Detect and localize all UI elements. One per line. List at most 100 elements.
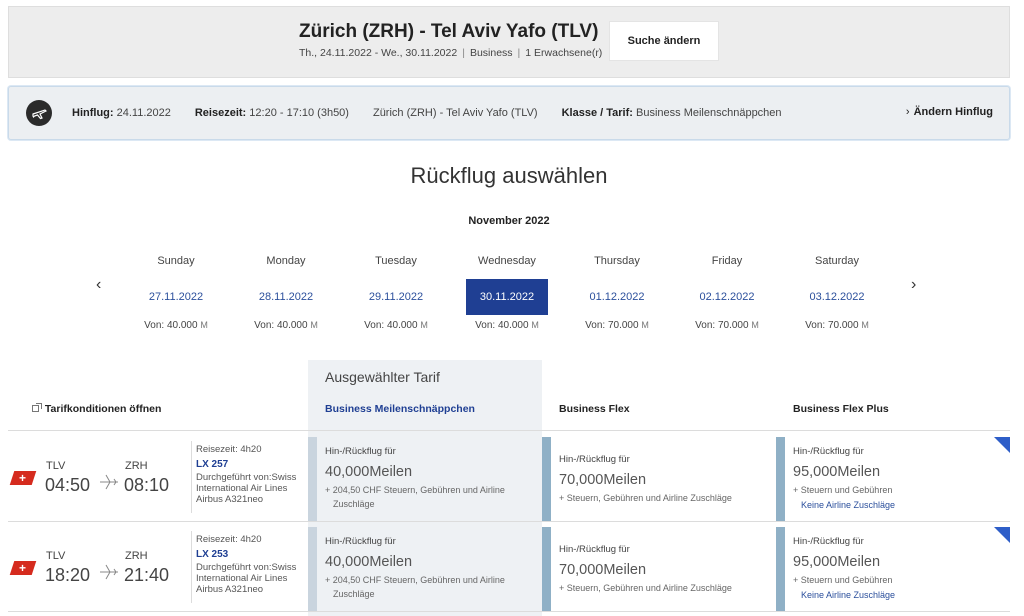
fare-label: Hin-/Rückflug für xyxy=(793,446,864,457)
fare-bar xyxy=(542,437,551,521)
departure-time: 04:50 xyxy=(45,475,91,495)
day-date[interactable]: 28.11.2022 xyxy=(245,279,327,315)
day-name: Thursday xyxy=(594,255,640,267)
swiss-logo-icon: + xyxy=(9,471,37,485)
fare-tax: + Steuern und Gebühren xyxy=(793,575,893,585)
external-link-icon xyxy=(32,403,42,412)
flight-operator: Durchgeführt von:Swiss xyxy=(196,472,297,483)
calendar-day[interactable]: Wednesday 30.11.2022 Von: 40.000 M xyxy=(466,252,548,331)
day-price: Von: 40.000 M xyxy=(364,320,428,331)
flight-row: + TLV 04:50 ZRH 08:10 Reisezeit: 4h20 LX 257 Du… xyxy=(8,431,1010,521)
change-outbound-link[interactable]: › Ändern Hinflug xyxy=(906,106,993,118)
fare-miles: 70,000Meilen xyxy=(559,472,647,488)
day-price: Von: 40.000 M xyxy=(475,320,539,331)
calendar-day[interactable]: Tuesday 29.11.2022 Von: 40.000 M xyxy=(355,252,437,331)
day-date[interactable]: 02.12.2022 xyxy=(686,279,768,315)
day-name: Wednesday xyxy=(478,255,536,267)
fare-bar xyxy=(776,437,785,521)
calendar-day[interactable]: Thursday 01.12.2022 Von: 70.000 M xyxy=(576,252,658,331)
search-cabin: Business xyxy=(469,47,513,59)
fare-content: Hin-/Rückflug für 95,000Meilen + Steuern u… xyxy=(793,446,895,510)
page-title: Rückflug auswählen xyxy=(410,163,608,188)
flight-details: Reisezeit: 4h20 LX 253 Durchgeführt von:Sw… xyxy=(196,534,296,595)
detail-divider xyxy=(191,441,192,513)
change-search-button[interactable]: Suche ändern xyxy=(609,21,719,61)
next-week-chevron-icon[interactable]: › xyxy=(911,276,916,294)
no-airline-surcharge-link[interactable]: Keine Airline Zuschläge xyxy=(793,500,895,510)
day-date[interactable]: 30.11.2022 xyxy=(466,279,548,315)
search-route-subtitle: Th., 24.11.2022 - We., 30.11.2022 | Busine… xyxy=(299,47,603,59)
fare-label: Hin-/Rückflug für xyxy=(325,446,396,457)
fare-tax-cont: Zuschläge xyxy=(333,589,375,599)
swiss-logo-icon: + xyxy=(9,561,37,575)
arrival-time: 08:10 xyxy=(124,475,170,495)
flight-number[interactable]: LX 253 xyxy=(196,549,296,560)
row-divider xyxy=(8,611,1010,612)
calendar-day[interactable]: Sunday 27.11.2022 Von: 40.000 M xyxy=(135,252,217,331)
chevron-right-icon: › xyxy=(905,106,910,118)
prev-week-chevron-icon[interactable]: ‹ xyxy=(96,276,101,294)
fare-miles: 95,000Meilen xyxy=(793,464,881,480)
fare-miles: 40,000Meilen xyxy=(325,464,413,480)
calendar-day[interactable]: Monday 28.11.2022 Von: 40.000 M xyxy=(245,252,327,331)
fare-column-header-meilenschnaeppchen: Business Meilenschnäppchen xyxy=(325,403,475,415)
fare-content: Hin-/Rückflug für 40,000Meilen + 204,50 CH… xyxy=(325,446,505,511)
fare-option-meilenschnaeppchen[interactable]: Hin-/Rückflug für 40,000Meilen + 204,50 CH… xyxy=(308,437,534,521)
fare-bar xyxy=(776,527,785,611)
flight-duration: Reisezeit: 4h20 xyxy=(196,534,262,545)
outbound-date: Hinflug: 24.11.2022 xyxy=(72,107,171,119)
plane-outline-icon xyxy=(98,473,120,496)
search-route-title: Zürich (ZRH) - Tel Aviv Yafo (TLV) xyxy=(299,21,599,42)
search-dates: Th., 24.11.2022 - We., 30.11.2022 xyxy=(299,47,458,59)
fare-label: Hin-/Rückflug für xyxy=(559,454,630,465)
arrival-time: 21:40 xyxy=(124,565,170,585)
search-passengers: 1 Erwachsene(r) xyxy=(525,47,603,59)
flight-number[interactable]: LX 257 xyxy=(196,459,296,470)
fare-tax: + 204,50 CHF Steuern, Gebühren und Airli… xyxy=(325,575,505,585)
search-summary: Zürich (ZRH) - Tel Aviv Yafo (TLV) Th., … xyxy=(8,6,1010,78)
fare-content: Hin-/Rückflug für 70,000Meilen + Steuern, … xyxy=(559,454,732,505)
fare-column-header-flex: Business Flex xyxy=(559,403,630,415)
fare-bar xyxy=(308,527,317,611)
day-price: Von: 70.000 M xyxy=(805,320,869,331)
day-date[interactable]: 27.11.2022 xyxy=(135,279,217,315)
fare-option-flex-plus[interactable]: Hin-/Rückflug für 95,000Meilen + Steuern u… xyxy=(776,437,1002,521)
selected-fare-title: Ausgewählter Tarif xyxy=(325,369,440,385)
calendar-day[interactable]: Friday 02.12.2022 Von: 70.000 M xyxy=(686,252,768,331)
outbound-class: Klasse / Tarif: Business Meilenschnäppch… xyxy=(561,107,782,119)
day-date[interactable]: 29.11.2022 xyxy=(355,279,437,315)
fare-option-meilenschnaeppchen[interactable]: Hin-/Rückflug für 40,000Meilen + 204,50 CH… xyxy=(308,527,534,611)
fare-label: Hin-/Rückflug für xyxy=(325,536,396,547)
day-price: Von: 40.000 M xyxy=(254,320,318,331)
day-date[interactable]: 03.12.2022 xyxy=(796,279,878,315)
fare-miles: 70,000Meilen xyxy=(559,562,647,578)
calendar-day[interactable]: Saturday 03.12.2022 Von: 70.000 M xyxy=(796,252,878,331)
plane-outline-icon xyxy=(98,563,120,586)
fare-label: Hin-/Rückflug für xyxy=(559,544,630,555)
corner-flag-icon xyxy=(994,437,1010,453)
outbound-time: Reisezeit: 12:20 - 17:10 (3h50) xyxy=(194,107,349,119)
day-price: Von: 70.000 M xyxy=(585,320,649,331)
fare-tax: + Steuern und Gebühren xyxy=(793,485,893,495)
fare-option-flex-plus[interactable]: Hin-/Rückflug für 95,000Meilen + Steuern u… xyxy=(776,527,1002,611)
fare-bar xyxy=(308,437,317,521)
arrival-code: ZRH xyxy=(125,550,148,562)
flight-operator-cont: International Air Lines xyxy=(196,573,288,584)
fare-column-header-flex-plus: Business Flex Plus xyxy=(793,403,889,415)
fare-tax: + 204,50 CHF Steuern, Gebühren und Airli… xyxy=(325,485,505,495)
outbound-flight-bar: Hinflug: 24.11.2022 Reisezeit: 12:20 - 1… xyxy=(8,86,1010,140)
search-route-block: Zürich (ZRH) - Tel Aviv Yafo (TLV) Th., … xyxy=(299,21,602,59)
plane-icon xyxy=(26,100,52,126)
fare-option-flex[interactable]: Hin-/Rückflug für 70,000Meilen + Steuern, … xyxy=(542,527,768,611)
day-date[interactable]: 01.12.2022 xyxy=(576,279,658,315)
no-airline-surcharge-link[interactable]: Keine Airline Zuschläge xyxy=(793,590,895,600)
detail-divider xyxy=(191,531,192,603)
calendar-month: November 2022 xyxy=(468,215,550,227)
day-price: Von: 40.000 M xyxy=(144,320,208,331)
day-name: Saturday xyxy=(814,255,860,267)
fare-option-flex[interactable]: Hin-/Rückflug für 70,000Meilen + Steuern, … xyxy=(542,437,768,521)
tariff-conditions-link[interactable]: Tarifkonditionen öffnen xyxy=(32,403,161,415)
flight-duration: Reisezeit: 4h20 xyxy=(196,444,262,455)
day-name: Tuesday xyxy=(375,255,417,267)
flight-aircraft: Airbus A321neo xyxy=(196,584,264,595)
